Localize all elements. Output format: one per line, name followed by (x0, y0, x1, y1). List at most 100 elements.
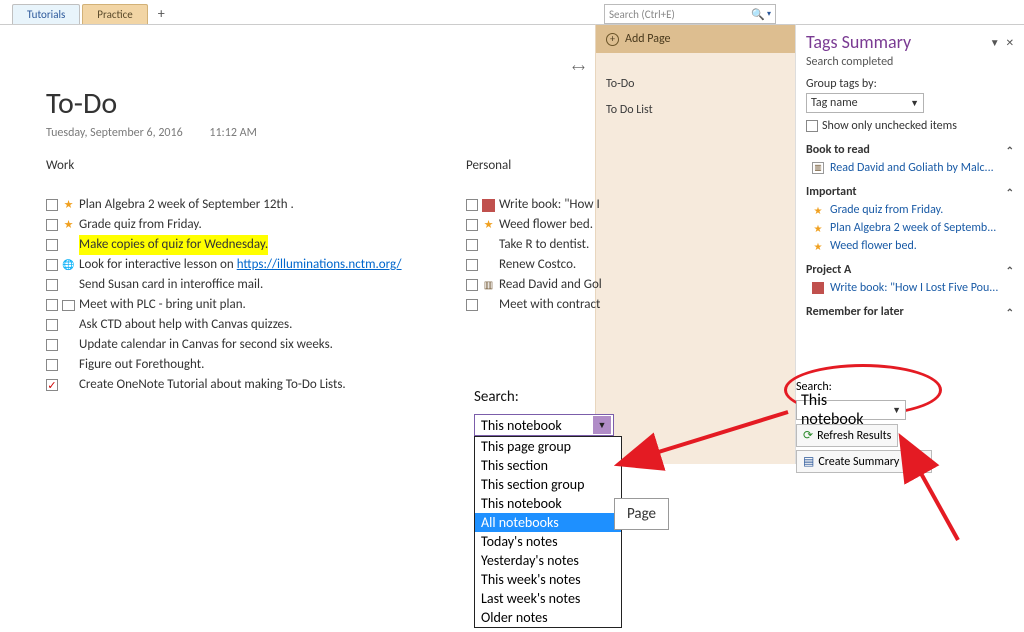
chevron-up-icon: ⌃ (1006, 186, 1014, 199)
globe-icon: 🌐 (62, 259, 75, 272)
list-item[interactable]: Plan Algebra 2 week of September 12th . (79, 195, 294, 215)
section-tabs: Tutorials Practice + (0, 0, 1024, 24)
star-icon: ★ (812, 222, 824, 234)
dropdown-option[interactable]: This section group (475, 475, 621, 494)
list-item[interactable]: Weed flower bed. (499, 215, 593, 235)
dropdown-option[interactable]: Last week's notes (475, 589, 621, 608)
checkbox-icon[interactable] (46, 279, 58, 291)
page-date: Tuesday, September 6, 2016 11:12 AM (46, 126, 573, 140)
heading-personal[interactable]: Personal (466, 158, 511, 173)
checkbox-icon[interactable] (46, 219, 58, 231)
chevron-up-icon: ⌃ (1006, 306, 1014, 319)
page-list: +Add Page To-Do To Do List (595, 24, 795, 464)
checkbox-checked-icon[interactable] (46, 379, 58, 391)
list-item[interactable]: Take R to dentist. (499, 235, 589, 255)
tab-add[interactable]: + (150, 3, 173, 24)
chevron-up-icon: ⌃ (1006, 264, 1014, 277)
refresh-icon: ⟳ (803, 428, 813, 443)
search-placeholder: Search (Ctrl+E) (609, 8, 675, 21)
search-box[interactable]: Search (Ctrl+E) 🔍 ▾ (604, 4, 776, 24)
list-item[interactable]: Read David and Gol (499, 275, 602, 295)
expand-icon[interactable]: ⤢ (570, 60, 587, 77)
checkbox-icon[interactable] (46, 199, 58, 211)
tag-item[interactable]: ▥Read David and Goliath by Malc... (806, 161, 1014, 175)
heading-work[interactable]: Work (46, 158, 466, 173)
dropdown-list: This page group This section This sectio… (474, 436, 622, 628)
checkbox-icon[interactable] (466, 219, 478, 231)
dropdown-option[interactable]: This section (475, 456, 621, 475)
checkbox-icon[interactable] (46, 319, 58, 331)
chevron-down-icon[interactable]: ▼ (990, 36, 1000, 49)
tags-title: Tags Summary ▼✕ (806, 31, 1014, 53)
checkbox-icon[interactable] (466, 299, 478, 311)
search-dropdown-icon[interactable]: ▾ (767, 9, 771, 19)
checkbox-icon[interactable] (466, 279, 478, 291)
checkbox-icon[interactable] (46, 339, 58, 351)
dropdown-label: Search: (474, 388, 519, 406)
list-item[interactable]: Meet with contract (499, 295, 600, 315)
checkbox-icon[interactable] (46, 259, 58, 271)
dropdown-option[interactable]: Older notes (475, 608, 621, 627)
dropdown-option-selected[interactable]: All notebooks (475, 513, 621, 532)
list-item[interactable]: Update calendar in Canvas for second six… (79, 335, 333, 355)
tag-item[interactable]: ★Plan Algebra 2 week of Septemb... (806, 221, 1014, 235)
refresh-results-button[interactable]: ⟳Refresh Results (796, 424, 898, 447)
dropdown-option[interactable]: Today's notes (475, 532, 621, 551)
checkbox-icon[interactable] (46, 299, 58, 311)
close-icon[interactable]: ✕ (1006, 36, 1014, 49)
create-summary-page-button[interactable]: ▤Create Summary Page (796, 450, 932, 473)
dropdown-option[interactable]: This notebook (475, 494, 621, 513)
personal-list: Write book: "How I ★Weed flower bed. Tak… (466, 195, 602, 395)
tag-item[interactable]: ★Grade quiz from Friday. (806, 203, 1014, 217)
book-icon: ▥ (812, 162, 824, 174)
dropdown-option[interactable]: This week's notes (475, 570, 621, 589)
dropdown-button-icon: ▼ (593, 416, 611, 434)
page-date-text: Tuesday, September 6, 2016 (46, 126, 183, 140)
tab-tutorials[interactable]: Tutorials (12, 4, 80, 24)
tag-group-important[interactable]: Important⌃ (806, 185, 1014, 199)
list-item[interactable]: Create OneNote Tutorial about making To-… (79, 375, 346, 395)
list-item[interactable]: Renew Costco. (499, 255, 576, 275)
unchecked-checkbox[interactable]: Show only unchecked items (806, 119, 1014, 133)
search-icon[interactable]: 🔍 (751, 8, 765, 21)
dropdown-arrow-icon: ▼ (910, 98, 919, 109)
tag-group-book[interactable]: Book to read⌃ (806, 143, 1014, 157)
link[interactable]: https://illuminations.nctm.org/ (237, 257, 402, 272)
list-item[interactable]: Write book: "How I (499, 195, 600, 215)
checkbox-icon[interactable] (46, 359, 58, 371)
checkbox-icon (806, 120, 818, 132)
list-item[interactable]: Meet with PLC - bring unit plan. (79, 295, 246, 315)
page-title[interactable]: To-Do (46, 85, 573, 122)
add-page-button[interactable]: +Add Page (596, 25, 795, 53)
square-icon (62, 300, 75, 311)
dropdown-option[interactable]: This page group (475, 437, 621, 456)
chevron-up-icon: ⌃ (1006, 144, 1014, 157)
checkbox-icon[interactable] (46, 239, 58, 251)
work-list: ★ Plan Algebra 2 week of September 12th .… (46, 195, 466, 395)
list-item[interactable]: Make copies of quiz for Wednesday. (79, 235, 268, 255)
star-icon: ★ (62, 199, 75, 212)
book-icon: ▥ (482, 279, 495, 292)
page-button-fragment[interactable]: Page (614, 498, 669, 530)
checkbox-icon[interactable] (466, 259, 478, 271)
list-item[interactable]: Grade quiz from Friday. (79, 215, 202, 235)
tag-group-remember[interactable]: Remember for later⌃ (806, 305, 1014, 319)
page-list-item[interactable]: To-Do (596, 71, 795, 97)
tag-item[interactable]: Write book: "How I Lost Five Pou... (806, 281, 1014, 295)
checkbox-icon[interactable] (466, 199, 478, 211)
dropdown-select[interactable]: This notebook▼ (474, 414, 614, 436)
tag-item[interactable]: ★Weed flower bed. (806, 239, 1014, 253)
search-scope-select[interactable]: This notebook▼ (796, 400, 906, 420)
tab-practice[interactable]: Practice (82, 4, 147, 24)
list-item[interactable]: Figure out Forethought. (79, 355, 204, 375)
tag-group-project[interactable]: Project A⌃ (806, 263, 1014, 277)
groupby-select[interactable]: Tag name▼ (806, 93, 924, 113)
checkbox-icon[interactable] (466, 239, 478, 251)
page-list-item[interactable]: To Do List (596, 97, 795, 123)
page-icon: ▤ (803, 454, 814, 469)
star-icon: ★ (62, 219, 75, 232)
list-item[interactable]: Ask CTD about help with Canvas quizzes. (79, 315, 292, 335)
list-item[interactable]: Send Susan card in interoffice mail. (79, 275, 263, 295)
dropdown-option[interactable]: Yesterday's notes (475, 551, 621, 570)
list-item[interactable]: Look for interactive lesson on https://i… (79, 255, 402, 275)
